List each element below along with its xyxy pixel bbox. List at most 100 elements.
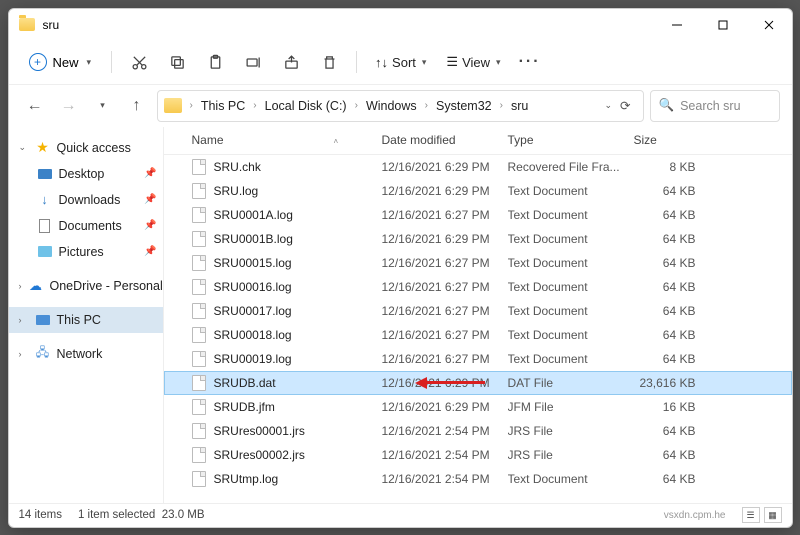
sidebar-item-this-pc[interactable]: › This PC: [9, 307, 163, 333]
header-type[interactable]: Type: [508, 133, 634, 147]
minimize-button[interactable]: [654, 9, 700, 41]
downloads-icon: ↓: [37, 193, 53, 207]
header-date[interactable]: Date modified: [382, 133, 508, 147]
sidebar-item-desktop[interactable]: Desktop 📌: [9, 161, 163, 187]
back-button[interactable]: ←: [21, 92, 49, 120]
breadcrumb-item[interactable]: Local Disk (C:): [261, 97, 351, 115]
file-type: Text Document: [508, 304, 634, 318]
file-row[interactable]: SRUtmp.log12/16/2021 2:54 PMText Documen…: [164, 467, 792, 491]
view-toggle[interactable]: ☰ ▦: [742, 507, 782, 523]
file-type: Text Document: [508, 256, 634, 270]
tiles-view-icon[interactable]: ▦: [764, 507, 782, 523]
file-date: 12/16/2021 2:54 PM: [382, 448, 508, 462]
file-row[interactable]: SRU00019.log12/16/2021 6:27 PMText Docum…: [164, 347, 792, 371]
more-button[interactable]: ···: [513, 45, 547, 79]
file-name: SRU0001A.log: [214, 208, 382, 222]
file-row[interactable]: SRU0001B.log12/16/2021 6:29 PMText Docum…: [164, 227, 792, 251]
file-date: 12/16/2021 6:29 PM: [382, 232, 508, 246]
file-name: SRU00019.log: [214, 352, 382, 366]
cut-button[interactable]: [122, 45, 156, 79]
file-icon: [192, 447, 206, 463]
chevron-right-icon: ›: [498, 100, 505, 111]
file-type: Text Document: [508, 232, 634, 246]
file-type: Text Document: [508, 472, 634, 486]
new-label: New: [53, 55, 79, 70]
file-row[interactable]: SRU00015.log12/16/2021 6:27 PMText Docum…: [164, 251, 792, 275]
expand-icon[interactable]: ›: [19, 349, 29, 359]
paste-button[interactable]: [198, 45, 232, 79]
breadcrumb-item[interactable]: This PC: [197, 97, 249, 115]
maximize-button[interactable]: [700, 9, 746, 41]
file-icon: [192, 231, 206, 247]
pin-icon: 📌: [144, 246, 156, 257]
file-type: Text Document: [508, 184, 634, 198]
column-headers: Name˄ Date modified Type Size: [164, 127, 792, 155]
sidebar-item-pictures[interactable]: Pictures 📌: [9, 239, 163, 265]
chevron-down-icon[interactable]: ⌄: [604, 100, 612, 111]
file-row[interactable]: SRU00018.log12/16/2021 6:27 PMText Docum…: [164, 323, 792, 347]
file-name: SRU.log: [214, 184, 382, 198]
explorer-window: sru + New ▾ ↑↓ Sort ▾ ☰ View ▾ ···: [8, 8, 793, 528]
file-name: SRUtmp.log: [214, 472, 382, 486]
selection-info: 1 item selected 23.0 MB: [78, 509, 205, 521]
file-row[interactable]: SRUDB.jfm12/16/2021 6:29 PMJFM File16 KB: [164, 395, 792, 419]
sidebar-item-network[interactable]: › 🖧 Network: [9, 341, 163, 367]
file-size: 64 KB: [634, 424, 706, 438]
file-row[interactable]: SRU00016.log12/16/2021 6:27 PMText Docum…: [164, 275, 792, 299]
plus-icon: +: [29, 53, 47, 71]
file-name: SRU00018.log: [214, 328, 382, 342]
file-row[interactable]: SRU00017.log12/16/2021 6:27 PMText Docum…: [164, 299, 792, 323]
file-row[interactable]: SRU.chk12/16/2021 6:29 PMRecovered File …: [164, 155, 792, 179]
file-date: 12/16/2021 2:54 PM: [382, 472, 508, 486]
recent-dropdown[interactable]: ▾: [89, 92, 117, 120]
details-view-icon[interactable]: ☰: [742, 507, 760, 523]
expand-icon[interactable]: ›: [19, 315, 29, 325]
file-row[interactable]: SRUDB.dat12/16/2021 6:29 PMDAT File23,61…: [164, 371, 792, 395]
file-size: 64 KB: [634, 184, 706, 198]
rename-button[interactable]: [236, 45, 270, 79]
search-input[interactable]: 🔍 Search sru: [650, 90, 780, 122]
header-size[interactable]: Size: [634, 133, 706, 147]
file-type: JRS File: [508, 448, 634, 462]
file-row[interactable]: SRUres00002.jrs12/16/2021 2:54 PMJRS Fil…: [164, 443, 792, 467]
forward-button[interactable]: →: [55, 92, 83, 120]
sidebar-item-downloads[interactable]: ↓ Downloads 📌: [9, 187, 163, 213]
file-size: 64 KB: [634, 232, 706, 246]
documents-icon: [39, 219, 50, 233]
chevron-right-icon: ›: [188, 100, 195, 111]
delete-button[interactable]: [312, 45, 346, 79]
collapse-icon[interactable]: ⌄: [19, 142, 29, 153]
view-button[interactable]: ☰ View ▾: [438, 50, 508, 74]
view-icon: ☰: [446, 54, 458, 70]
refresh-button[interactable]: ⟳: [620, 98, 630, 113]
breadcrumb-item[interactable]: sru: [507, 97, 532, 115]
sidebar-item-quick-access[interactable]: ⌄ ★ Quick access: [9, 135, 163, 161]
file-list[interactable]: SRU.chk12/16/2021 6:29 PMRecovered File …: [164, 155, 792, 503]
address-bar[interactable]: › This PC › Local Disk (C:) › Windows › …: [157, 90, 644, 122]
title-bar[interactable]: sru: [9, 9, 792, 41]
up-button[interactable]: ↑: [123, 92, 151, 120]
breadcrumb-item[interactable]: System32: [432, 97, 496, 115]
close-button[interactable]: [746, 9, 792, 41]
new-button[interactable]: + New ▾: [19, 49, 102, 75]
item-count: 14 items: [19, 509, 62, 521]
file-row[interactable]: SRU.log12/16/2021 6:29 PMText Document64…: [164, 179, 792, 203]
sort-button[interactable]: ↑↓ Sort ▾: [367, 51, 434, 74]
copy-button[interactable]: [160, 45, 194, 79]
expand-icon[interactable]: ›: [19, 281, 22, 291]
sidebar-item-documents[interactable]: Documents 📌: [9, 213, 163, 239]
file-row[interactable]: SRU0001A.log12/16/2021 6:27 PMText Docum…: [164, 203, 792, 227]
share-button[interactable]: [274, 45, 308, 79]
file-type: Text Document: [508, 328, 634, 342]
file-size: 16 KB: [634, 400, 706, 414]
header-name[interactable]: Name˄: [192, 133, 382, 147]
sidebar-item-onedrive[interactable]: › ☁ OneDrive - Personal: [9, 273, 163, 299]
file-name: SRU00016.log: [214, 280, 382, 294]
pin-icon: 📌: [144, 194, 156, 205]
file-size: 8 KB: [634, 160, 706, 174]
file-date: 12/16/2021 6:29 PM: [382, 400, 508, 414]
file-name: SRU0001B.log: [214, 232, 382, 246]
file-row[interactable]: SRUres00001.jrs12/16/2021 2:54 PMJRS Fil…: [164, 419, 792, 443]
breadcrumb-item[interactable]: Windows: [362, 97, 421, 115]
watermark: vsxdn.cpm.he: [664, 510, 726, 521]
